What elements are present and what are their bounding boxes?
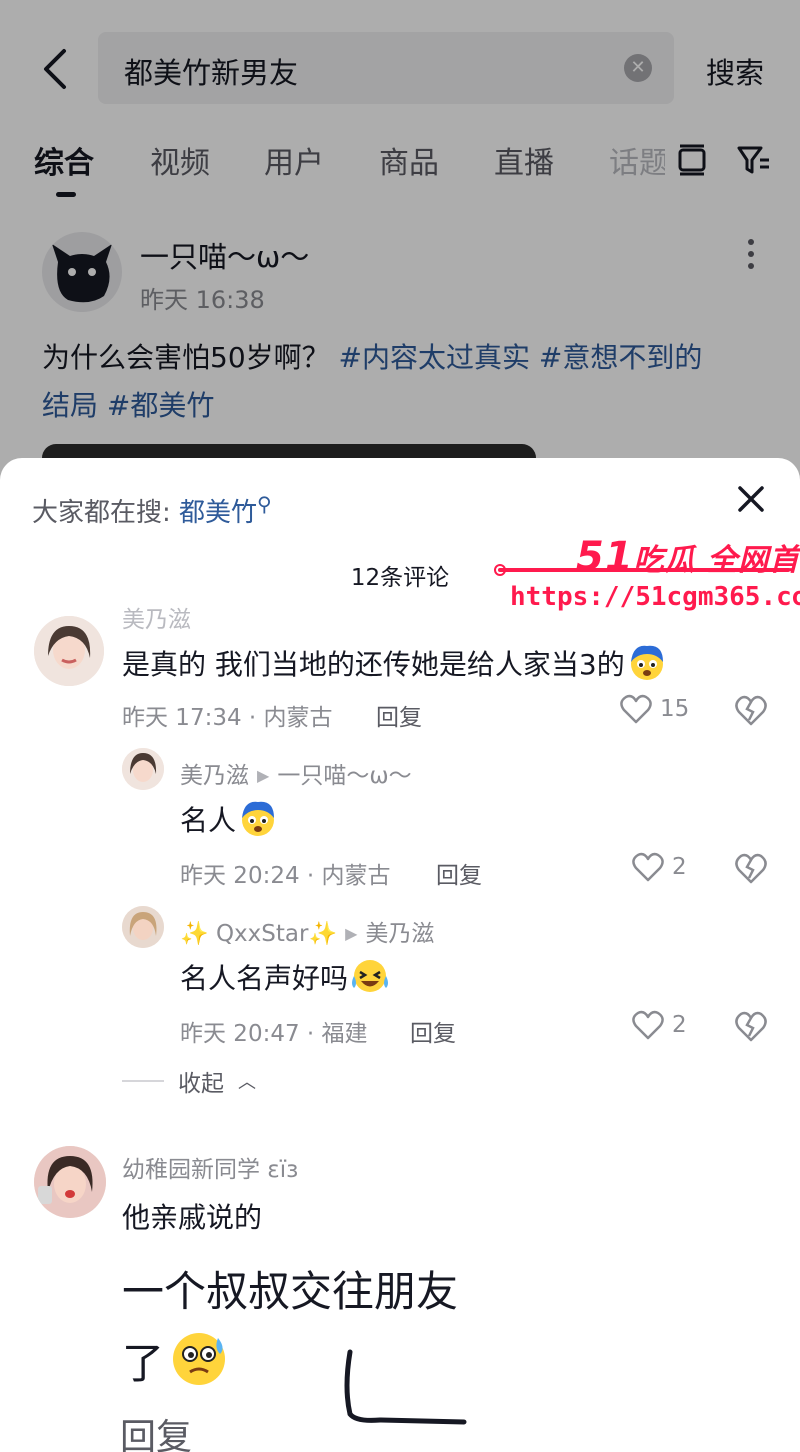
like-count: 15: [660, 696, 690, 722]
comment-text-large: 一个叔叔交往朋友: [122, 1267, 459, 1316]
divider: [122, 1080, 164, 1082]
reply-text: 名人名声好吗: [180, 956, 390, 997]
comment-text-large-line2: 了: [122, 1328, 230, 1391]
reply-text-body: 名人: [180, 804, 237, 837]
avatar[interactable]: [34, 616, 104, 686]
comment-text-body: 是真的 我们当地的还传她是给人家当3的: [122, 648, 625, 681]
like-button[interactable]: 2: [632, 852, 687, 882]
reply-target[interactable]: 一只喵～ω～: [277, 763, 411, 789]
heart-icon: [632, 1010, 664, 1040]
search-icon: ⚲: [257, 492, 272, 516]
like-button[interactable]: 2: [632, 1010, 687, 1040]
hand-drawn-scribble: [344, 1349, 467, 1425]
watermark-url: https://51cgm365.com: [510, 582, 800, 612]
avatar[interactable]: [122, 748, 164, 790]
like-button[interactable]: 15: [620, 694, 689, 724]
comment-sheet: 大家都在搜: 都美竹⚲ 12条评论 51吃瓜 全网首发 https://51cg…: [0, 458, 800, 1452]
heart-icon: [632, 852, 664, 882]
reply-author-line: 美乃滋 ▶ 一只喵～ω～: [180, 756, 412, 790]
portrait-image: [122, 748, 164, 790]
reply-text: 名人: [180, 798, 278, 839]
reply-author-line: ✨ QxxStar✨ ▶ 美乃滋: [180, 914, 434, 948]
commenter-name[interactable]: 美乃滋: [122, 600, 191, 634]
collapse-replies-button[interactable]: 收起 ︿: [122, 1064, 256, 1098]
reply-button[interactable]: 回复: [376, 698, 422, 732]
hot-search-bar[interactable]: 大家都在搜: 都美竹⚲: [32, 492, 272, 529]
watermark-number: 51: [576, 534, 634, 580]
broken-heart-icon[interactable]: [734, 852, 768, 884]
heart-icon: [620, 694, 652, 724]
comment-text-large-body: 了: [122, 1339, 165, 1388]
reply-target[interactable]: 美乃滋: [365, 921, 434, 947]
shocked-emoji-icon: [630, 645, 663, 680]
avatar[interactable]: [34, 1146, 106, 1218]
comment-text: 是真的 我们当地的还传她是给人家当3的: [122, 642, 667, 683]
portrait-image: [34, 1146, 106, 1218]
hot-search-label: 大家都在搜:: [32, 498, 171, 528]
laughing-crying-emoji-icon: [352, 960, 389, 992]
comment-text: 他亲戚说的: [122, 1201, 263, 1234]
shocked-emoji-icon: [242, 801, 275, 836]
commenter-name[interactable]: 幼稚园新同学 εїз: [122, 1150, 298, 1184]
reply-author[interactable]: 美乃滋: [180, 763, 249, 789]
reply-arrow-icon: ▶: [345, 924, 358, 943]
reply-button[interactable]: 回复: [120, 1408, 192, 1452]
reply-button[interactable]: 回复: [410, 1014, 456, 1048]
like-count: 2: [672, 854, 687, 880]
portrait-image: [122, 906, 164, 948]
watermark-slogan: 吃瓜 全网首发: [633, 543, 800, 578]
like-count: 2: [672, 1012, 687, 1038]
reply-author[interactable]: ✨ QxxStar✨: [180, 921, 337, 947]
reply-time-location: 昨天 20:47 · 福建: [180, 1021, 368, 1047]
reply-button[interactable]: 回复: [436, 856, 482, 890]
reply-text-body: 名人名声好吗: [180, 962, 349, 995]
watermark-brand: 51吃瓜 全网首发: [576, 534, 800, 580]
chevron-up-icon: ︿: [238, 1072, 256, 1093]
close-icon[interactable]: [734, 482, 768, 516]
comment-time-location: 昨天 17:34 · 内蒙古: [122, 705, 333, 731]
avatar[interactable]: [122, 906, 164, 948]
reply-arrow-icon: ▶: [257, 766, 270, 785]
collapse-label: 收起: [178, 1071, 224, 1097]
portrait-image: [34, 616, 104, 686]
broken-heart-icon[interactable]: [734, 694, 768, 726]
hot-search-term[interactable]: 都美竹: [179, 498, 257, 528]
reply-time-location: 昨天 20:24 · 内蒙古: [180, 863, 391, 889]
broken-heart-icon[interactable]: [734, 1010, 768, 1042]
watermark-line: [498, 568, 790, 572]
sweating-emoji-icon: [173, 1333, 226, 1385]
